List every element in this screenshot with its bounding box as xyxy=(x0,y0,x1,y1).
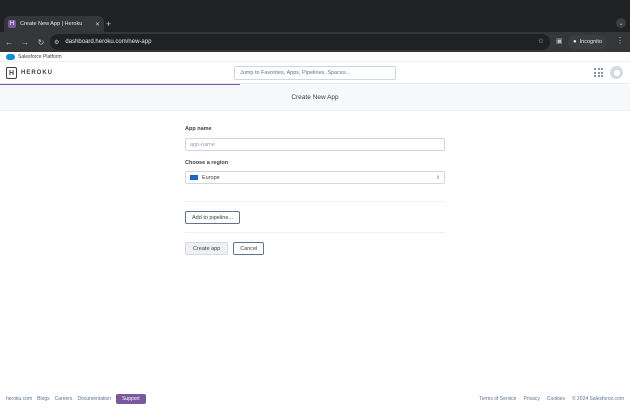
address-url: dashboard.heroku.com/new-app xyxy=(65,39,152,45)
region-flag-icon xyxy=(190,175,198,180)
app-name-input[interactable] xyxy=(185,138,445,151)
new-tab-button[interactable]: + xyxy=(106,17,111,31)
footer-link-documentation[interactable]: Documentation xyxy=(77,396,111,402)
close-tab-icon[interactable]: ✕ xyxy=(95,21,100,28)
footer-link-cookies[interactable]: Cookies xyxy=(547,396,565,402)
app-name-label: App name xyxy=(185,126,212,132)
heroku-logo-icon: H xyxy=(6,67,17,79)
footer-link-blogs[interactable]: Blogs xyxy=(37,396,50,402)
page-footer: heroku.com Blogs Careers Documentation S… xyxy=(0,393,630,405)
region-value: Europe xyxy=(202,174,220,181)
avatar-icon[interactable] xyxy=(610,66,623,79)
apps-grid-icon[interactable] xyxy=(594,68,603,77)
salesforce-platform-label: Salesforce Platform xyxy=(18,53,62,60)
back-icon[interactable]: ← xyxy=(2,38,16,47)
footer-link-terms[interactable]: Terms of Service xyxy=(479,396,516,402)
forward-icon[interactable]: → xyxy=(18,38,32,47)
heroku-logo-text: HEROKU xyxy=(21,70,54,76)
heroku-header: H HEROKU xyxy=(0,62,630,84)
footer-legal: Terms of Service Privacy Cookies © 2024 … xyxy=(479,396,624,402)
page-title: Create New App xyxy=(291,94,339,101)
browser-tab-bar: H Create New App | Heroku ✕ + ⌄ xyxy=(0,0,630,32)
page-subheader: Create New App xyxy=(0,85,630,111)
tab-search-icon[interactable]: ⌄ xyxy=(616,18,626,28)
star-icon[interactable]: ☆ xyxy=(538,37,544,45)
reload-icon[interactable]: ↻ xyxy=(34,38,48,47)
footer-link-privacy[interactable]: Privacy xyxy=(523,396,539,402)
address-bar[interactable]: ⚙ dashboard.heroku.com/new-app ☆ xyxy=(50,34,550,50)
heroku-logo[interactable]: H HEROKU xyxy=(6,67,53,79)
salesforce-cloud-icon xyxy=(6,53,15,60)
site-info-icon[interactable]: ⚙ xyxy=(54,39,59,46)
copyright-text: © 2024 Salesforce.com xyxy=(571,396,624,402)
section-divider xyxy=(185,201,445,202)
create-app-form: App name Choose a region Europe ⇳ Add to… xyxy=(185,126,445,255)
more-icon[interactable]: ⋮ xyxy=(616,36,624,45)
cancel-button[interactable]: Cancel xyxy=(233,242,265,255)
incognito-icon: ● xyxy=(573,39,577,45)
tab-title: Create New App | Heroku xyxy=(20,21,83,27)
heroku-favicon-icon: H xyxy=(8,20,16,28)
footer-link-heroku[interactable]: heroku.com xyxy=(6,396,32,402)
footer-link-careers[interactable]: Careers xyxy=(55,396,73,402)
incognito-label: Incognito xyxy=(579,39,602,45)
incognito-indicator[interactable]: ● Incognito xyxy=(568,35,607,49)
section-divider xyxy=(185,232,445,233)
region-label: Choose a region xyxy=(185,160,229,166)
form-actions: Create app Cancel xyxy=(185,242,445,255)
chevron-updown-icon: ⇳ xyxy=(435,174,440,181)
create-app-button[interactable]: Create app xyxy=(185,242,229,255)
browser-tab[interactable]: H Create New App | Heroku ✕ xyxy=(4,16,104,32)
sidepanel-icon[interactable]: ▣ xyxy=(556,37,563,45)
search-input[interactable] xyxy=(234,66,396,80)
salesforce-platform-bar: Salesforce Platform xyxy=(0,52,630,62)
support-button[interactable]: Support xyxy=(116,394,146,404)
region-select[interactable]: Europe ⇳ xyxy=(185,171,445,184)
add-to-pipeline-button[interactable]: Add to pipeline... xyxy=(185,211,240,224)
footer-links: heroku.com Blogs Careers Documentation S… xyxy=(6,394,146,404)
